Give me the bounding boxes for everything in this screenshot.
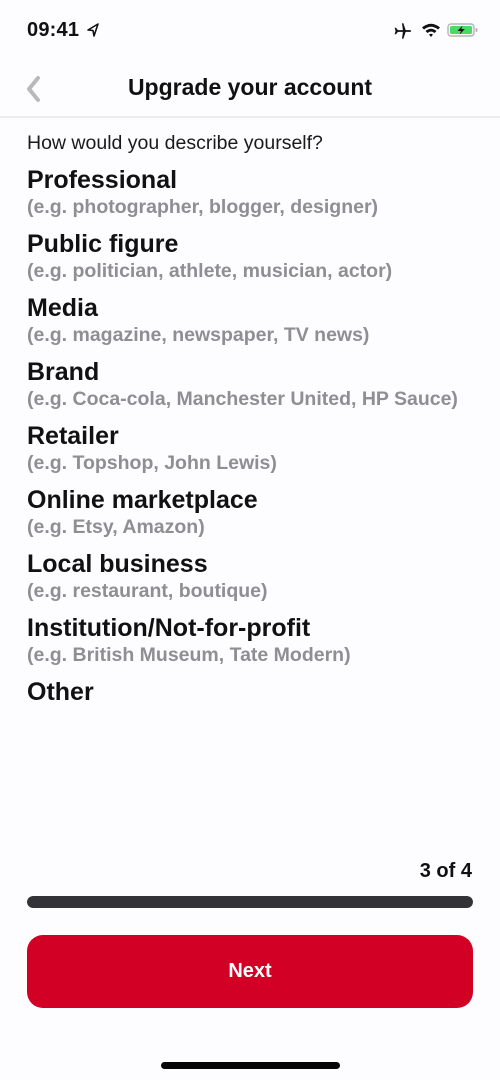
battery-charging-icon (447, 23, 478, 37)
home-indicator[interactable] (161, 1062, 340, 1069)
option-title: Online marketplace (27, 486, 258, 514)
option-subtitle: (e.g. British Museum, Tate Modern) (27, 644, 351, 666)
option-title: Media (27, 294, 98, 322)
option-subtitle: (e.g. photographer, blogger, designer) (27, 196, 379, 218)
option-title: Public figure (27, 230, 179, 258)
status-time: 09:41 (27, 19, 80, 41)
progress-fill (27, 896, 473, 908)
option-title: Local business (27, 550, 208, 578)
account-type-list: Professional (e.g. photographer, blogger,… (27, 165, 473, 707)
option-retailer[interactable]: Retailer (e.g. Topshop, John Lewis) (27, 421, 473, 476)
page-title: Upgrade your account (127, 74, 373, 100)
option-subtitle: (e.g. magazine, newspaper, TV news) (27, 324, 370, 346)
option-online-marketplace[interactable]: Online marketplace (e.g. Etsy, Amazon) (27, 485, 473, 540)
navigation-bar: Upgrade your account (0, 60, 500, 118)
question-label: How would you describe yourself? (27, 132, 323, 154)
location-arrow-icon (87, 23, 99, 37)
option-media[interactable]: Media (e.g. magazine, newspaper, TV news) (27, 293, 473, 348)
step-indicator: 3 of 4 (419, 860, 472, 882)
option-other[interactable]: Other (27, 677, 473, 707)
option-subtitle: (e.g. Etsy, Amazon) (27, 516, 205, 538)
option-subtitle: (e.g. Coca-cola, Manchester United, HP S… (27, 388, 458, 410)
option-subtitle: (e.g. politician, athlete, musician, act… (27, 260, 393, 282)
account-type-form: How would you describe yourself? Profess… (27, 132, 473, 716)
airplane-icon (394, 23, 412, 39)
option-public-figure[interactable]: Public figure (e.g. politician, athlete, … (27, 229, 473, 284)
status-bar: 09:41 (0, 0, 500, 60)
option-subtitle: (e.g. Topshop, John Lewis) (27, 452, 277, 474)
wifi-icon (422, 23, 440, 37)
option-local-business[interactable]: Local business (e.g. restaurant, boutique… (27, 549, 473, 604)
option-institution-not-for-profit[interactable]: Institution/Not-for-profit (e.g. British … (27, 613, 473, 668)
option-professional[interactable]: Professional (e.g. photographer, blogger,… (27, 165, 473, 220)
option-title: Institution/Not-for-profit (27, 614, 311, 642)
option-title: Professional (27, 166, 178, 194)
option-subtitle: (e.g. restaurant, boutique) (27, 580, 268, 602)
option-title: Retailer (27, 422, 119, 450)
option-title: Other (27, 678, 94, 706)
progress-bar (27, 896, 473, 908)
option-brand[interactable]: Brand (e.g. Coca-cola, Manchester United,… (27, 357, 473, 412)
option-title: Brand (27, 358, 100, 386)
next-button[interactable]: Next (27, 935, 473, 1008)
